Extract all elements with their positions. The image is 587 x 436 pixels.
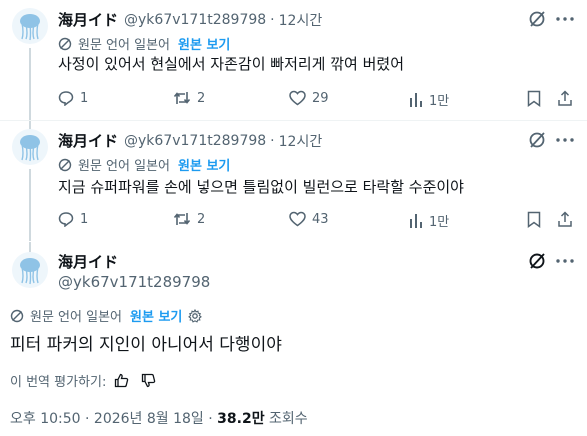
display-name[interactable]: 海月イド xyxy=(58,130,118,151)
tweet-text: 지금 슈퍼파워를 손에 넣으면 틀림없이 빌런으로 타락할 수준이야 xyxy=(58,178,464,196)
separator-dot: · xyxy=(270,132,275,149)
translation-note: 원문 언어 일본어 xyxy=(78,159,170,174)
user-handle[interactable]: @yk67v171t289798 xyxy=(124,12,266,28)
display-name[interactable]: 海月イド xyxy=(58,9,118,30)
thread-line xyxy=(29,48,31,120)
retweet-icon xyxy=(173,90,197,106)
reply-button[interactable]: 1 xyxy=(58,90,88,106)
view-count: 1만 xyxy=(429,94,450,109)
reply-button[interactable]: 1 xyxy=(58,211,88,227)
user-handle[interactable]: @yk67v171t289798 xyxy=(124,133,266,149)
no-translate-icon[interactable] xyxy=(528,131,546,149)
avatar[interactable] xyxy=(12,8,48,44)
show-original-link[interactable]: 원본 보기 xyxy=(178,155,230,174)
avatar[interactable] xyxy=(12,129,48,165)
timestamp-text[interactable]: 오후 10:50 · 2026년 8월 18일 · xyxy=(10,411,217,427)
gear-icon[interactable] xyxy=(188,308,203,323)
reply-count: 1 xyxy=(80,211,89,227)
translation-note: 원문 언어 일본어 xyxy=(78,38,170,53)
thumbs-down-icon[interactable] xyxy=(141,373,156,388)
display-name[interactable]: 海月イド xyxy=(58,251,118,272)
translation-note: 원문 언어 일본어 xyxy=(30,310,122,325)
bookmark-button[interactable] xyxy=(524,88,544,108)
view-count: 1만 xyxy=(429,215,450,230)
tweet-timestamp: 오후 10:50 · 2026년 8월 18일 · 38.2만 조회수 xyxy=(10,408,308,428)
reply-icon xyxy=(58,90,80,106)
tweet-header: 海月イド @yk67v171t289798 · 12시간 xyxy=(58,130,322,151)
more-icon[interactable] xyxy=(555,131,575,149)
tweet-text: 피터 파커의 지인이 아니어서 다행이야 xyxy=(10,335,282,355)
reply-tweet-1[interactable]: 海月イド @yk67v171t289798 · 12시간 원문 언어 일본어 원… xyxy=(0,0,587,120)
views-label: 조회수 xyxy=(264,411,308,427)
reply-tweet-2[interactable]: 海月イド @yk67v171t289798 · 12시간 원문 언어 일본어 원… xyxy=(0,121,587,241)
translate-icon xyxy=(10,309,24,323)
reply-icon xyxy=(58,211,80,227)
views-icon xyxy=(409,213,429,229)
thread-line xyxy=(29,169,31,241)
no-translate-icon[interactable] xyxy=(528,252,546,270)
tweet-time[interactable]: 12시간 xyxy=(279,131,323,151)
avatar[interactable] xyxy=(12,252,48,288)
bookmark-button[interactable] xyxy=(524,209,544,229)
share-button[interactable] xyxy=(555,209,575,229)
rate-translation: 이 번역 평가하기: xyxy=(10,371,156,390)
share-icon xyxy=(558,89,572,106)
more-icon[interactable] xyxy=(555,252,575,270)
views-button[interactable]: 1만 xyxy=(409,211,449,230)
tweet-time[interactable]: 12시간 xyxy=(279,10,323,30)
like-count: 29 xyxy=(312,90,329,106)
retweet-button[interactable]: 2 xyxy=(173,211,205,227)
like-icon xyxy=(289,211,312,227)
translate-icon xyxy=(58,37,72,51)
like-icon xyxy=(289,90,312,106)
bookmark-icon xyxy=(527,90,541,107)
translation-bar: 원문 언어 일본어 원본 보기 xyxy=(58,34,230,53)
views-number: 38.2만 xyxy=(217,411,265,427)
retweet-count: 2 xyxy=(197,211,206,227)
views-icon xyxy=(409,92,429,108)
thumbs-up-icon[interactable] xyxy=(114,373,129,388)
thread-line xyxy=(29,121,31,129)
retweet-icon xyxy=(173,211,197,227)
like-button[interactable]: 43 xyxy=(289,211,329,227)
main-tweet: 海月イド @yk67v171t289798 원문 언어 일본어 원본 보기 피터… xyxy=(0,242,587,436)
thread-line xyxy=(29,242,31,252)
tweet-text: 사정이 있어서 현실에서 자존감이 빠저리게 깎여 버렸어 xyxy=(58,55,405,73)
translation-bar: 원문 언어 일본어 원본 보기 xyxy=(10,306,203,325)
show-original-link[interactable]: 원본 보기 xyxy=(130,306,182,325)
views-button[interactable]: 1만 xyxy=(409,90,449,109)
reply-count: 1 xyxy=(80,90,89,106)
bookmark-icon xyxy=(527,211,541,228)
show-original-link[interactable]: 원본 보기 xyxy=(178,34,230,53)
like-button[interactable]: 29 xyxy=(289,90,329,106)
retweet-count: 2 xyxy=(197,90,206,106)
share-icon xyxy=(558,210,572,227)
rate-translation-label: 이 번역 평가하기: xyxy=(10,375,107,390)
translate-icon xyxy=(58,158,72,172)
more-icon[interactable] xyxy=(555,10,575,28)
no-translate-icon[interactable] xyxy=(528,10,546,28)
translation-bar: 원문 언어 일본어 원본 보기 xyxy=(58,155,230,174)
like-count: 43 xyxy=(312,211,329,227)
separator-dot: · xyxy=(270,11,275,28)
user-handle[interactable]: @yk67v171t289798 xyxy=(58,273,210,291)
share-button[interactable] xyxy=(555,88,575,108)
retweet-button[interactable]: 2 xyxy=(173,90,205,106)
tweet-header: 海月イド @yk67v171t289798 · 12시간 xyxy=(58,9,322,30)
